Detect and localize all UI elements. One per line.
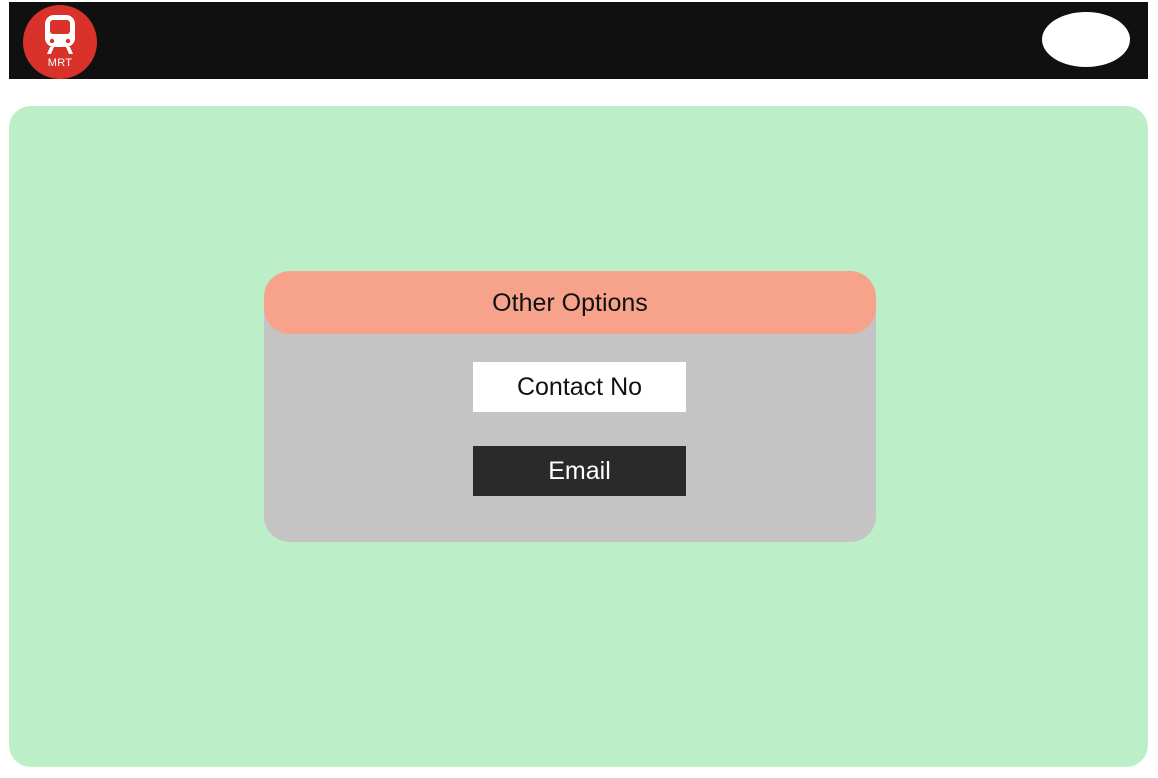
mrt-logo[interactable]: MRT bbox=[23, 5, 97, 79]
contact-no-button[interactable]: Contact No bbox=[473, 362, 686, 412]
dialog-header: Other Options bbox=[264, 271, 876, 334]
other-options-dialog: Other Options Contact No Email bbox=[264, 271, 876, 542]
logo-label: MRT bbox=[47, 57, 73, 69]
top-header: MRT bbox=[9, 2, 1148, 79]
dialog-title: Other Options bbox=[492, 289, 648, 317]
profile-avatar[interactable] bbox=[1042, 12, 1130, 67]
email-button[interactable]: Email bbox=[473, 446, 686, 496]
